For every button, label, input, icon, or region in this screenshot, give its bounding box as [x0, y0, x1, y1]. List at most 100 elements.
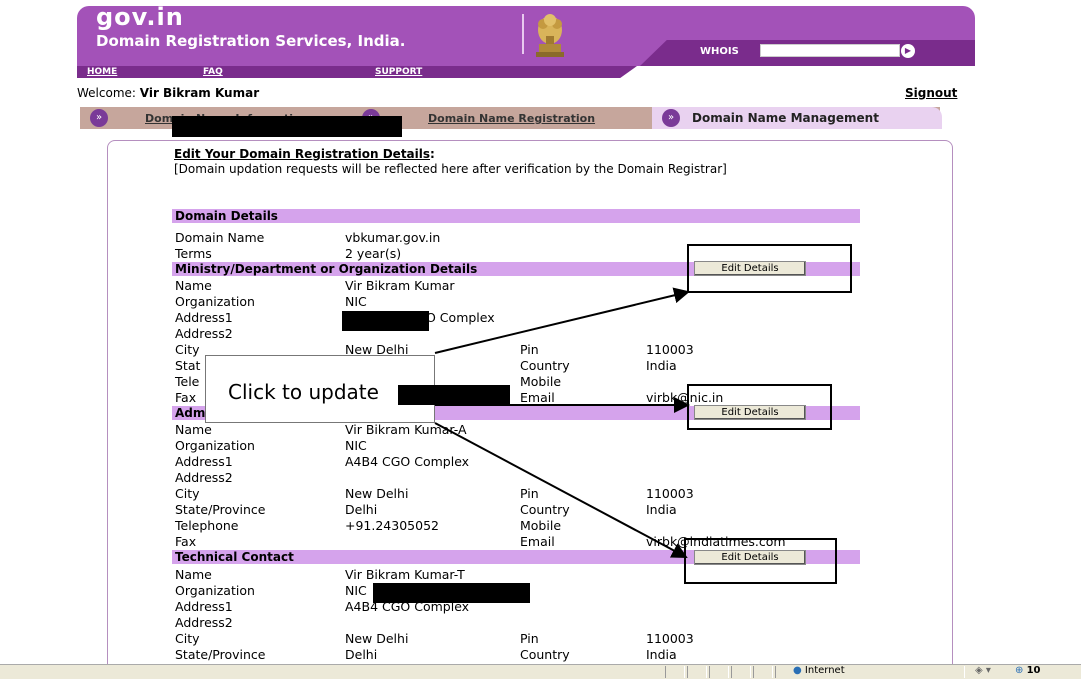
- status-cell: [731, 666, 751, 678]
- page-title: Edit Your Domain Registration Details:: [174, 147, 435, 161]
- field-value: A4B4 CGO Complex: [345, 454, 470, 469]
- status-cell: [687, 666, 707, 678]
- whois-search-input[interactable]: [760, 44, 900, 57]
- field-label: Tele: [175, 374, 200, 389]
- status-cell: [709, 666, 729, 678]
- field-value: India: [646, 502, 677, 517]
- field-label: Address2: [175, 326, 233, 341]
- site-logo-title[interactable]: gov.in: [96, 3, 184, 31]
- whois-go-button[interactable]: ▶: [901, 44, 915, 58]
- field-value: 110003: [646, 631, 694, 646]
- whois-label: WHOIS: [700, 46, 739, 57]
- field-label: Country: [520, 647, 570, 662]
- field-label: Pin: [520, 631, 539, 646]
- field-value: New Delhi: [345, 486, 409, 501]
- field-label: Name: [175, 278, 212, 293]
- annotation-highlight-box: [684, 538, 837, 584]
- zoom-icon: ⊕: [1015, 665, 1024, 676]
- field-label: Mobile: [520, 374, 562, 389]
- field-label: Email: [520, 390, 555, 405]
- field-label: Email: [520, 534, 555, 549]
- field-value: New Delhi: [345, 631, 409, 646]
- field-value: 110003: [646, 486, 694, 501]
- field-label: Address1: [175, 310, 233, 325]
- annotation-callout-text: Click to update: [228, 380, 379, 404]
- field-value: O Complex: [426, 310, 495, 325]
- status-cell: [753, 666, 773, 678]
- field-label: Organization: [175, 438, 255, 453]
- page-title-text: Edit Your Domain Registration Details: [174, 147, 431, 161]
- section-title-technical: Technical Contact: [175, 550, 294, 564]
- field-label: Pin: [520, 486, 539, 501]
- field-label: Telephone: [175, 518, 239, 533]
- status-cell: [665, 666, 685, 678]
- field-label: Name: [175, 567, 212, 582]
- field-label: Organization: [175, 294, 255, 309]
- section-title-domain: Domain Details: [175, 209, 278, 223]
- field-label: Address2: [175, 470, 233, 485]
- welcome-user-name: Vir Bikram Kumar: [139, 86, 260, 100]
- field-value: India: [646, 647, 677, 662]
- signout-link[interactable]: Signout: [905, 86, 957, 100]
- field-value: +91.24305052: [345, 518, 439, 533]
- field-value: NIC: [345, 438, 367, 453]
- field-label: Mobile: [520, 518, 562, 533]
- field-value: Vir Bikram Kumar-A: [345, 422, 467, 437]
- internet-zone-indicator: ● Internet: [793, 665, 845, 676]
- field-value: India: [646, 358, 677, 373]
- section-title-ministry: Ministry/Department or Organization Deta…: [175, 262, 478, 276]
- tab-arrow-icon: »: [90, 109, 108, 127]
- nav-home-link[interactable]: HOME: [87, 66, 117, 78]
- field-value: 110003: [646, 342, 694, 357]
- field-label: State/Province: [175, 502, 266, 517]
- field-value: Vir Bikram Kumar-T: [345, 567, 465, 582]
- redaction-block: [342, 311, 429, 331]
- field-label: Address1: [175, 599, 233, 614]
- globe-icon: ●: [793, 665, 802, 676]
- protected-mode-icon[interactable]: ◈ ▾: [975, 665, 991, 676]
- field-label: Pin: [520, 342, 539, 357]
- field-value: Delhi: [345, 502, 378, 517]
- redaction-block: [172, 116, 402, 137]
- tab-arrow-icon: »: [662, 109, 680, 127]
- field-value: vbkumar.gov.in: [345, 230, 441, 245]
- national-emblem-icon: [536, 14, 564, 57]
- field-label: Stat: [175, 358, 201, 373]
- field-label: Name: [175, 422, 212, 437]
- redaction-block: [398, 385, 510, 405]
- page-title-colon: :: [430, 147, 435, 161]
- section-title-admin: Adm: [175, 406, 206, 420]
- field-label: Fax: [175, 390, 197, 405]
- field-value: NIC: [345, 583, 367, 598]
- field-value: 2 year(s): [345, 246, 402, 261]
- field-value: Delhi: [345, 647, 378, 662]
- page-note: [Domain updation requests will be reflec…: [174, 162, 727, 176]
- field-label: Country: [520, 502, 570, 517]
- field-label: City: [175, 631, 200, 646]
- field-label: State/Province: [175, 647, 266, 662]
- zoom-level[interactable]: ⊕ 10: [1015, 665, 1041, 676]
- tab-domain-name-management[interactable]: Domain Name Management: [692, 111, 879, 125]
- nav-support-link[interactable]: SUPPORT: [375, 66, 422, 78]
- field-label: Terms: [175, 246, 212, 261]
- zone-label: Internet: [804, 665, 845, 676]
- site-logo-subtitle: Domain Registration Services, India.: [96, 32, 406, 50]
- field-label: Country: [520, 358, 570, 373]
- welcome-text: Welcome: Vir Bikram Kumar: [77, 86, 259, 100]
- field-label: Address2: [175, 615, 233, 630]
- field-value: A4B4 CGO Complex: [345, 599, 470, 614]
- field-label: Address1: [175, 454, 233, 469]
- welcome-prefix: Welcome:: [77, 86, 140, 100]
- field-value: Vir Bikram Kumar: [345, 278, 455, 293]
- annotation-highlight-box: [687, 244, 852, 293]
- tab-domain-name-registration[interactable]: Domain Name Registration: [428, 112, 595, 125]
- header-divider: [522, 14, 524, 54]
- field-label: City: [175, 486, 200, 501]
- field-value: NIC: [345, 294, 367, 309]
- annotation-highlight-box: [687, 384, 832, 430]
- field-label: Organization: [175, 583, 255, 598]
- field-label: City: [175, 342, 200, 357]
- zoom-value: 10: [1026, 665, 1041, 676]
- field-label: Domain Name: [175, 230, 265, 245]
- nav-faq-link[interactable]: FAQ: [203, 66, 223, 78]
